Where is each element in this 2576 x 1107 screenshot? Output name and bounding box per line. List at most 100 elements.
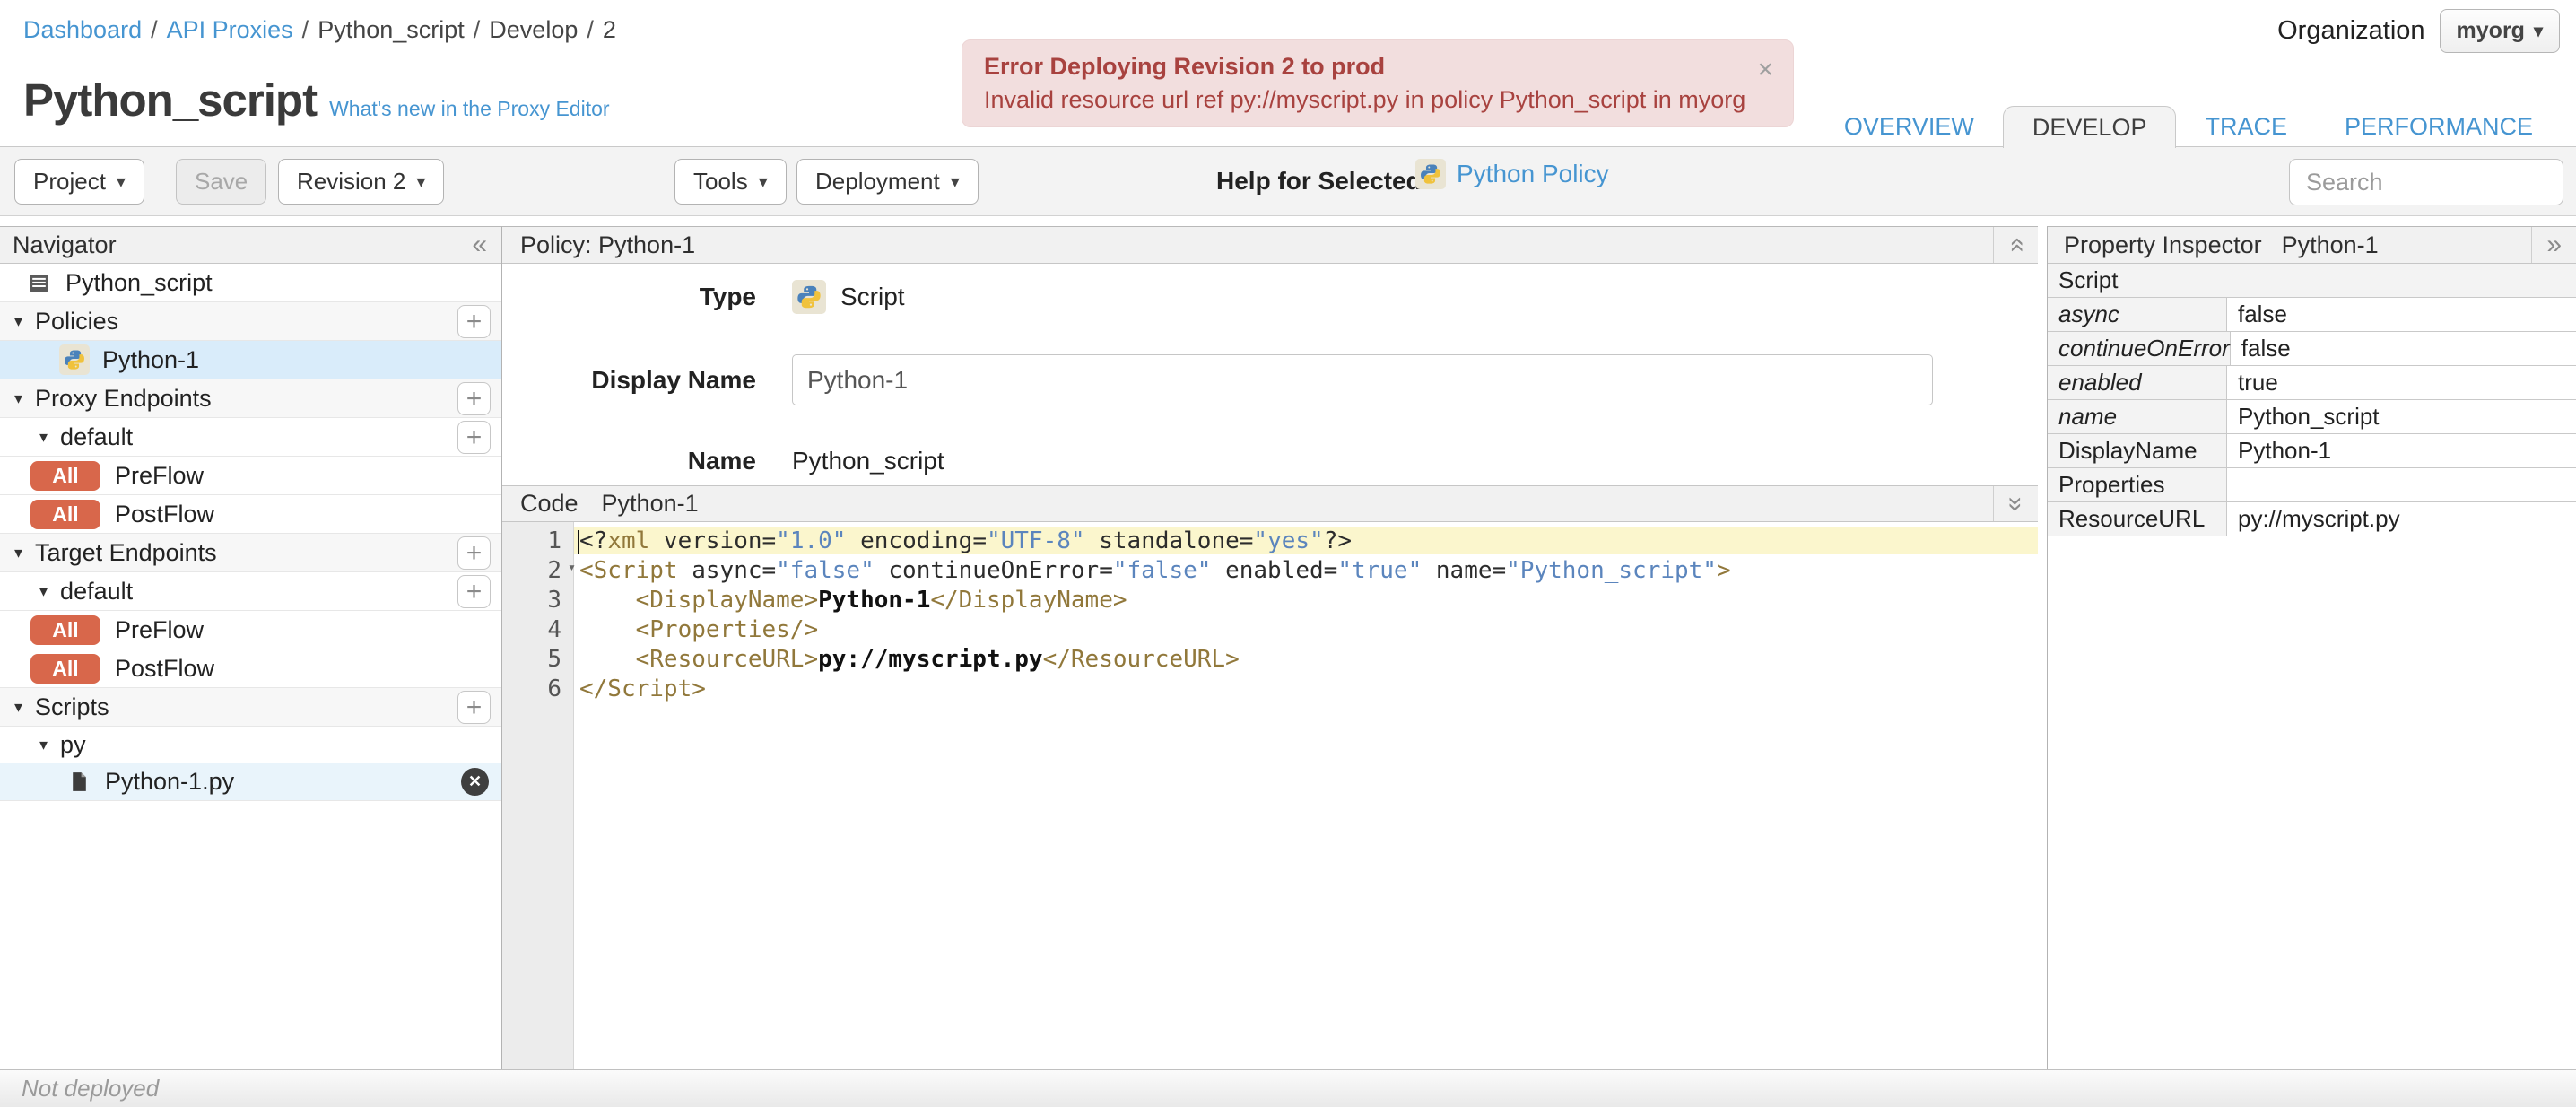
line-number: 4 [547, 615, 561, 643]
nav-item-script-file[interactable]: Python-1.py ✕ [0, 763, 501, 801]
tab-overview[interactable]: OVERVIEW [1815, 106, 2003, 147]
property-key: name [2048, 400, 2227, 433]
page-title: Python_script [23, 74, 318, 126]
nav-item-target-endpoint-default[interactable]: ▾ default + [0, 572, 501, 611]
add-script-button[interactable]: + [457, 690, 491, 724]
code-line[interactable]: 2 ▾ <Script async="false" continueOnError=… [502, 555, 2038, 585]
nav-section-scripts[interactable]: ▾ Scripts + [0, 688, 501, 727]
property-row: async false [2048, 298, 2576, 332]
revision-menu-button[interactable]: Revision 2 ▾ [278, 159, 445, 205]
property-row: name Python_script [2048, 400, 2576, 434]
line-number: 2 ▾ [547, 556, 576, 584]
property-inspector-subject: Python-1 [2281, 231, 2379, 258]
property-inspector-panel: Property Inspector Python-1 » Script asy… [2047, 226, 2576, 1069]
python-icon [792, 280, 826, 314]
tab-develop[interactable]: DEVELOP [2002, 106, 2177, 148]
property-key: enabled [2048, 366, 2227, 399]
code-line[interactable]: 1 <?xml version="1.0" encoding="UTF-8" st… [502, 526, 2038, 555]
property-value: Python_script [2227, 400, 2576, 433]
property-row: ResourceURL py://myscript.py [2048, 502, 2576, 536]
property-value: false [2230, 332, 2576, 365]
deployment-status: Not deployed [22, 1075, 160, 1102]
toolbar: Project ▾ Save Revision 2 ▾ Tools ▾ Deploym… [0, 146, 2576, 216]
property-value: false [2227, 298, 2576, 331]
status-bar: Not deployed [0, 1069, 2576, 1107]
tab-performance[interactable]: PERFORMANCE [2316, 106, 2562, 147]
line-number: 6 [547, 675, 561, 702]
name-label: Name [687, 447, 756, 475]
collapse-panel-icon[interactable]: « [457, 227, 501, 263]
expand-panel-icon[interactable]: » [2531, 227, 2576, 263]
triangle-down-icon: ▾ [14, 388, 23, 407]
property-key: ResourceURL [2048, 502, 2227, 536]
deployment-menu-button[interactable]: Deployment ▾ [796, 159, 979, 205]
delete-script-icon[interactable]: ✕ [461, 767, 489, 796]
expand-down-icon[interactable]: » [1993, 486, 2038, 521]
triangle-down-icon: ▾ [39, 427, 48, 446]
all-badge: All [30, 653, 100, 684]
tab-bar: OVERVIEW DEVELOP TRACE PERFORMANCE [1815, 106, 2562, 148]
property-row: enabled true [2048, 366, 2576, 400]
add-flow-button[interactable]: + [457, 574, 491, 608]
nav-section-target-endpoints[interactable]: ▾ Target Endpoints + [0, 534, 501, 572]
nav-item-proxy-endpoint-default[interactable]: ▾ default + [0, 418, 501, 457]
all-badge: All [30, 460, 100, 491]
whats-new-link[interactable]: What's new in the Proxy Editor [329, 97, 609, 121]
nav-item-proxy-postflow[interactable]: All PostFlow [0, 495, 501, 534]
nav-item-target-preflow[interactable]: All PreFlow [0, 611, 501, 649]
breadcrumb-separator: / [473, 16, 481, 43]
python-policy-help-link[interactable]: Python Policy [1415, 159, 1609, 189]
add-proxy-endpoint-button[interactable]: + [457, 381, 491, 415]
code-line[interactable]: 6 </Script> [502, 674, 2038, 703]
tab-trace[interactable]: TRACE [2176, 106, 2316, 147]
property-row: Properties [2048, 468, 2576, 502]
all-badge: All [30, 499, 100, 529]
caret-down-icon: ▾ [416, 172, 426, 192]
project-menu-button[interactable]: Project ▾ [14, 159, 144, 205]
add-flow-button[interactable]: + [457, 420, 491, 454]
nav-item-scripts-folder-py[interactable]: ▾ py [0, 727, 501, 763]
close-icon[interactable]: × [1757, 57, 1773, 83]
code-editor[interactable]: 1 <?xml version="1.0" encoding="UTF-8" st… [502, 522, 2038, 1070]
caret-down-icon: ▾ [758, 172, 768, 192]
triangle-down-icon: ▾ [14, 697, 23, 716]
nav-section-policies[interactable]: ▾ Policies + [0, 302, 501, 341]
file-icon [68, 771, 91, 793]
property-key: Properties [2048, 468, 2227, 501]
property-row: DisplayName Python-1 [2048, 434, 2576, 468]
property-row: continueOnError false [2048, 332, 2576, 366]
save-button[interactable]: Save [176, 159, 267, 205]
add-target-endpoint-button[interactable]: + [457, 536, 491, 570]
code-line[interactable]: 4 <Properties/> [502, 615, 2038, 644]
nav-item-target-postflow[interactable]: All PostFlow [0, 649, 501, 688]
property-key: continueOnError [2048, 332, 2231, 365]
line-number: 5 [547, 645, 561, 673]
all-badge: All [30, 615, 100, 645]
error-banner-message: Invalid resource url ref py://myscript.p… [984, 86, 1746, 113]
type-row: Type Script [502, 280, 905, 314]
breadcrumb-item-revision: 2 [602, 16, 616, 43]
property-inspector-header: Property Inspector Python-1 » [2048, 227, 2576, 264]
collapse-up-icon[interactable]: » [1993, 227, 2038, 263]
search-input[interactable] [2289, 159, 2563, 205]
python-icon [59, 344, 90, 375]
nav-section-proxy-endpoints[interactable]: ▾ Proxy Endpoints + [0, 379, 501, 418]
breadcrumb-separator: / [587, 16, 594, 43]
nav-item-policy-python-1[interactable]: Python-1 [0, 341, 501, 379]
navigator-header: Navigator « [0, 227, 501, 264]
breadcrumb-item-develop: Develop [489, 16, 579, 43]
triangle-down-icon: ▾ [39, 735, 48, 754]
breadcrumb-link-api-proxies[interactable]: API Proxies [167, 16, 293, 43]
code-line[interactable]: 5 <ResourceURL>py://myscript.py</Resourc… [502, 644, 2038, 674]
property-value: true [2227, 366, 2576, 399]
code-line[interactable]: 3 <DisplayName>Python-1</DisplayName> [502, 585, 2038, 615]
add-policy-button[interactable]: + [457, 304, 491, 338]
breadcrumb-link-dashboard[interactable]: Dashboard [23, 16, 142, 43]
nav-item-proxy-preflow[interactable]: All PreFlow [0, 457, 501, 495]
tools-menu-button[interactable]: Tools ▾ [674, 159, 787, 205]
nav-item-proxy-root[interactable]: Python_script [0, 264, 501, 302]
display-name-input[interactable] [792, 354, 1933, 405]
proxy-summary-icon [27, 271, 51, 295]
policy-editor-panel: Policy: Python-1 » Type Script Display N… [502, 226, 2038, 1070]
organization-select[interactable]: myorg ▾ [2439, 9, 2560, 53]
